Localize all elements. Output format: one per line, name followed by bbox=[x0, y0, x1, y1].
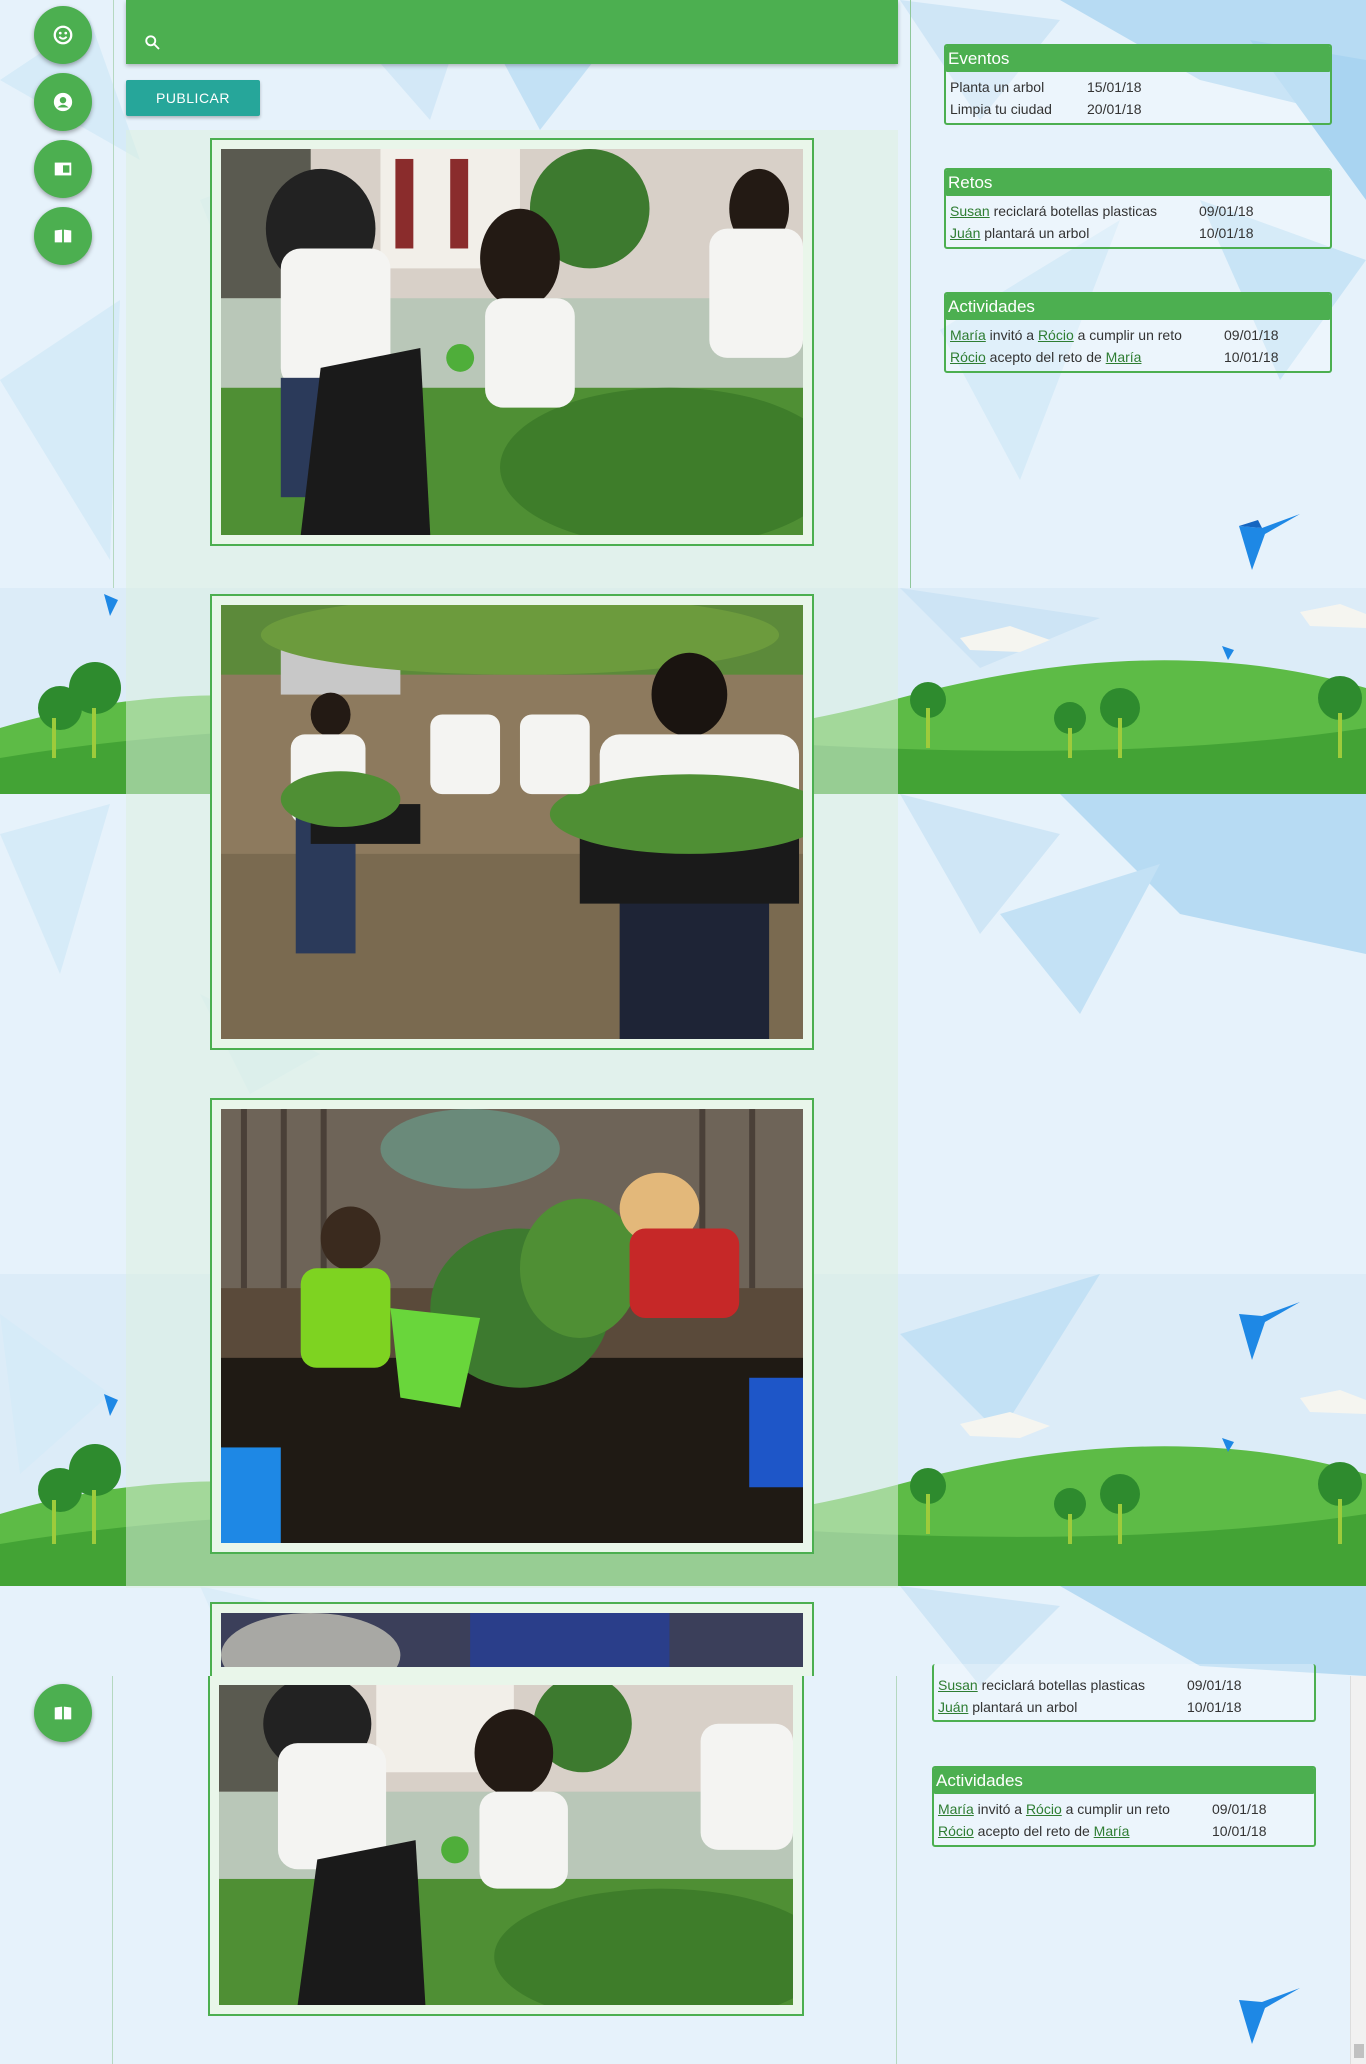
actividades-widget: Actividades María invitó a Rócio a cumpl… bbox=[944, 292, 1332, 373]
widget-title: Actividades bbox=[946, 294, 1330, 320]
user-link[interactable]: Rócio bbox=[938, 1823, 974, 1839]
list-item: Susan reciclará botellas plasticas 09/01… bbox=[946, 200, 1330, 222]
list-item[interactable]: Limpia tu ciudad 20/01/18 bbox=[946, 98, 1330, 120]
right-panel-divider bbox=[910, 0, 911, 588]
activity-date: 09/01/18 bbox=[1224, 327, 1279, 343]
divider bbox=[896, 1676, 897, 2064]
publish-button[interactable]: PUBLICAR bbox=[126, 80, 260, 116]
search-bar bbox=[126, 0, 898, 64]
user-link[interactable]: María bbox=[950, 327, 986, 343]
user-link[interactable]: Rócio bbox=[1038, 327, 1074, 343]
list-item: Rócio acepto del reto de María 10/01/18 bbox=[946, 346, 1330, 368]
search-input[interactable] bbox=[172, 22, 872, 54]
challenge-text: Juán plantará un arbol bbox=[950, 225, 1090, 241]
challenge-date: 10/01/18 bbox=[1187, 1699, 1242, 1715]
challenge-text: Juán plantará un arbol bbox=[938, 1699, 1078, 1715]
actividades-widget: Actividades María invitó a Rócio a cumpl… bbox=[932, 1766, 1316, 1847]
nav-guide-button[interactable] bbox=[34, 207, 92, 265]
book-icon bbox=[54, 229, 72, 243]
challenge-date: 09/01/18 bbox=[1199, 203, 1254, 219]
divider bbox=[112, 1676, 113, 2064]
retos-widget: Retos Susan reciclará botellas plasticas… bbox=[944, 168, 1332, 249]
activity-date: 10/01/18 bbox=[1212, 1823, 1267, 1839]
eventos-widget: Eventos Planta un arbol 15/01/18 Limpia … bbox=[944, 44, 1332, 125]
left-nav bbox=[0, 0, 114, 588]
book-icon bbox=[54, 1706, 72, 1720]
post-card[interactable] bbox=[210, 138, 814, 546]
user-link[interactable]: Susan bbox=[950, 203, 990, 219]
nav-profile-button[interactable] bbox=[34, 73, 92, 131]
activity-date: 09/01/18 bbox=[1212, 1801, 1267, 1817]
activity-date: 10/01/18 bbox=[1224, 349, 1279, 365]
event-name: Planta un arbol bbox=[950, 79, 1045, 95]
user-link[interactable]: Juán bbox=[938, 1699, 968, 1715]
post-photo bbox=[221, 605, 803, 1039]
user-link[interactable]: Juán bbox=[950, 225, 980, 241]
post-card[interactable] bbox=[210, 1098, 814, 1554]
widget-title: Retos bbox=[946, 170, 1330, 196]
event-date: 20/01/18 bbox=[1087, 101, 1142, 117]
list-item: Juán plantará un arbol 10/01/18 bbox=[946, 222, 1330, 244]
list-item: María invitó a Rócio a cumplir un reto 0… bbox=[946, 324, 1330, 346]
smiley-icon bbox=[53, 25, 73, 45]
newspaper-icon bbox=[54, 162, 72, 176]
challenge-date: 10/01/18 bbox=[1199, 225, 1254, 241]
user-link[interactable]: María bbox=[1106, 349, 1142, 365]
event-name: Limpia tu ciudad bbox=[950, 101, 1052, 117]
list-item: Juán plantará un arbol 10/01/18 bbox=[934, 1696, 1314, 1718]
user-link[interactable]: María bbox=[1094, 1823, 1130, 1839]
nav-news-button[interactable] bbox=[34, 140, 92, 198]
scrollbar[interactable] bbox=[1350, 1676, 1366, 2064]
search-icon[interactable] bbox=[144, 34, 162, 52]
widget-title: Actividades bbox=[934, 1768, 1314, 1794]
post-photo bbox=[221, 1613, 803, 1667]
user-link[interactable]: Susan bbox=[938, 1677, 978, 1693]
user-link[interactable]: María bbox=[938, 1801, 974, 1817]
activity-text: María invitó a Rócio a cumplir un reto bbox=[938, 1801, 1170, 1817]
user-link[interactable]: Rócio bbox=[950, 349, 986, 365]
list-item: María invitó a Rócio a cumplir un reto 0… bbox=[934, 1798, 1314, 1820]
challenge-text: Susan reciclará botellas plasticas bbox=[938, 1677, 1145, 1693]
widget-title: Eventos bbox=[946, 46, 1330, 72]
activity-text: María invitó a Rócio a cumplir un reto bbox=[950, 327, 1182, 343]
event-date: 15/01/18 bbox=[1087, 79, 1142, 95]
nav-home-button[interactable] bbox=[34, 6, 92, 64]
scrollbar-thumb[interactable] bbox=[1354, 2044, 1364, 2058]
user-link[interactable]: Rócio bbox=[1026, 1801, 1062, 1817]
challenge-text: Susan reciclará botellas plasticas bbox=[950, 203, 1157, 219]
nav-guide-button[interactable] bbox=[34, 1684, 92, 1742]
list-item: Rócio acepto del reto de María 10/01/18 bbox=[934, 1820, 1314, 1842]
post-card[interactable] bbox=[208, 1676, 804, 2016]
post-photo bbox=[221, 149, 803, 535]
retos-widget: Susan reciclará botellas plasticas 09/01… bbox=[932, 1664, 1316, 1722]
post-photo bbox=[221, 1109, 803, 1543]
user-icon bbox=[53, 92, 73, 112]
list-item[interactable]: Planta un arbol 15/01/18 bbox=[946, 76, 1330, 98]
post-photo bbox=[219, 1685, 793, 2005]
post-card[interactable] bbox=[210, 1602, 814, 1676]
activity-text: Rócio acepto del reto de María bbox=[938, 1823, 1130, 1839]
list-item: Susan reciclará botellas plasticas 09/01… bbox=[934, 1674, 1314, 1696]
challenge-date: 09/01/18 bbox=[1187, 1677, 1242, 1693]
activity-text: Rócio acepto del reto de María bbox=[950, 349, 1142, 365]
post-card[interactable] bbox=[210, 594, 814, 1050]
